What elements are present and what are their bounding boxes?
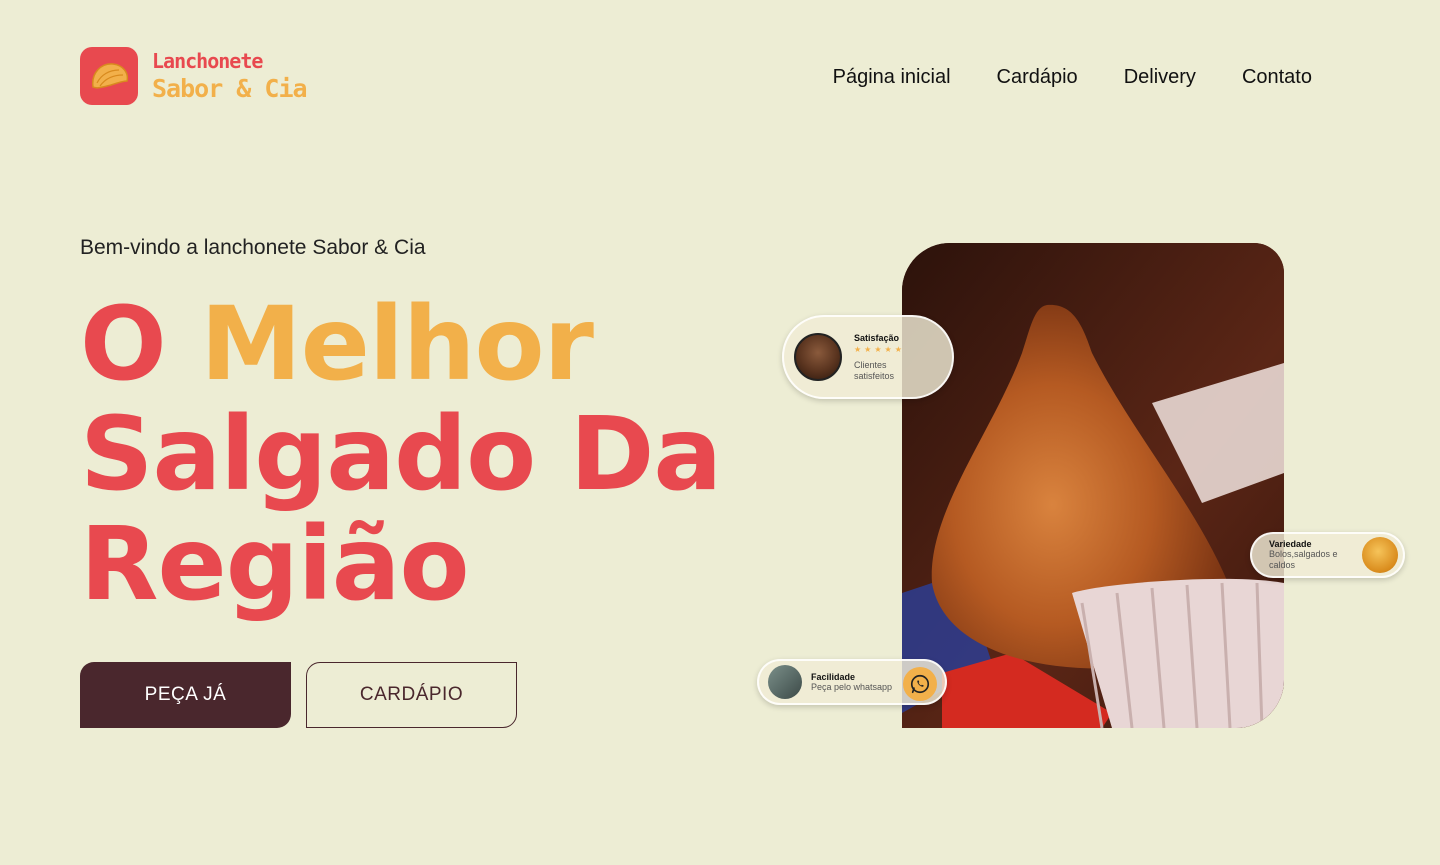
headline-line-2: Salgado Da <box>80 395 722 514</box>
ease-title: Facilidade <box>811 671 856 682</box>
hero-headline: O Melhor Salgado Da Região <box>80 290 722 620</box>
nav-item-home[interactable]: Página inicial <box>833 66 951 89</box>
headline-word-o: O <box>80 285 167 404</box>
brand-logo[interactable]: Lanchonete Sabor & Cia <box>80 47 308 105</box>
avatar <box>794 333 842 381</box>
nav-item-contact[interactable]: Contato <box>1242 66 1312 89</box>
variety-badge: Variedade Bolos,salgados e caldos <box>1250 532 1405 578</box>
nav-item-menu[interactable]: Cardápio <box>997 66 1078 89</box>
variety-subtitle: Bolos,salgados e caldos <box>1269 549 1338 570</box>
pastel-icon <box>80 47 138 105</box>
rating-stars-icon: ★★★★★ <box>854 344 905 354</box>
variety-title: Variedade <box>1269 539 1312 549</box>
welcome-text: Bem-vindo a lanchonete Sabor & Cia <box>80 236 426 259</box>
ease-subtitle: Peça pelo whatsapp <box>811 681 893 692</box>
nav-item-delivery[interactable]: Delivery <box>1124 66 1196 89</box>
satisfaction-title: Satisfação <box>854 332 900 343</box>
ease-badge: Facilidade Peça pelo whatsapp <box>757 659 947 705</box>
headline-word-melhor: Melhor <box>200 285 594 404</box>
menu-button[interactable]: CARDÁPIO <box>306 662 517 728</box>
headline-line-3: Região <box>80 505 470 624</box>
brand-name-line2: Sabor & Cia <box>152 74 308 103</box>
satisfaction-subtitle: Clientes satisfeitos <box>854 359 895 381</box>
snack-thumbnail <box>1362 537 1398 573</box>
brand-name-line1: Lanchonete <box>152 49 263 73</box>
coxinha-photo <box>902 243 1284 728</box>
satisfaction-badge: Satisfação ★★★★★ Clientes satisfeitos <box>782 315 954 399</box>
order-now-button[interactable]: PEÇA JÁ <box>80 662 291 728</box>
main-nav: Página inicial Cardápio Delivery Contato <box>833 66 1312 89</box>
whatsapp-icon[interactable] <box>903 667 937 701</box>
phone-thumbnail <box>768 665 802 699</box>
